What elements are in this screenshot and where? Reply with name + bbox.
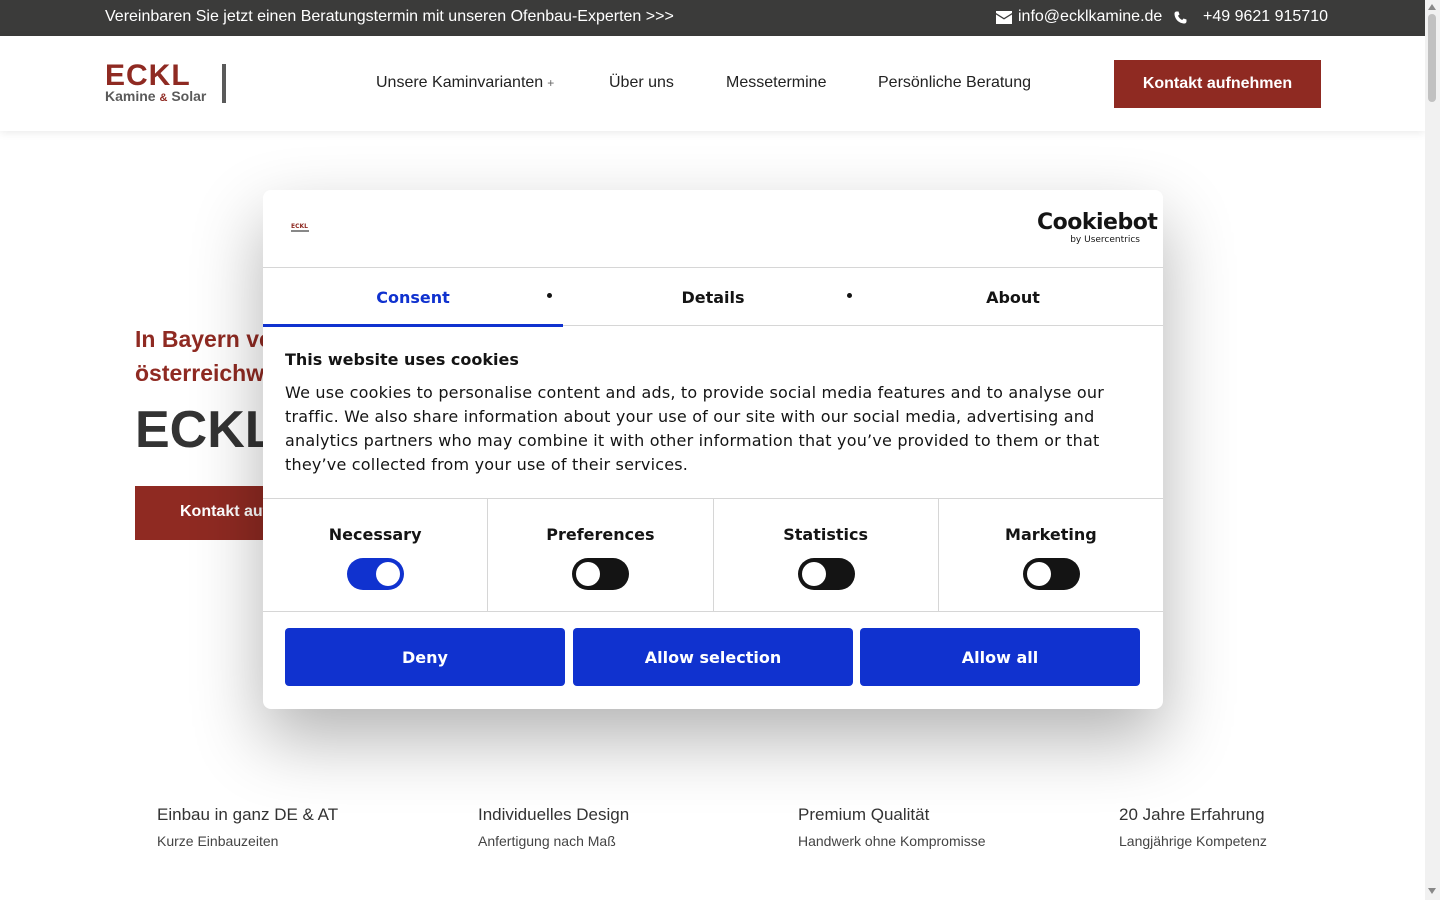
toggle-label: Statistics	[783, 525, 868, 544]
phone-link[interactable]: +49 9621 915710	[1174, 8, 1328, 26]
feature-title: 20 Jahre Erfahrung	[1119, 805, 1265, 824]
tab-separator	[847, 293, 852, 298]
consent-heading: This website uses cookies	[285, 350, 519, 369]
nav-ueber-uns[interactable]: Über uns	[609, 74, 674, 92]
dialog-tabs: Consent Details About	[263, 268, 1163, 327]
deny-button[interactable]: Deny	[285, 628, 565, 686]
logo-sub-text: Kamine & Solar	[105, 88, 207, 104]
feature-subtitle: Langjährige Kompetenz	[1119, 833, 1267, 849]
plus-icon: +	[547, 76, 555, 90]
switch-knob	[376, 562, 401, 586]
feature-title: Individuelles Design	[478, 805, 630, 824]
allow-all-button[interactable]: Allow all	[860, 628, 1140, 686]
feature-item: 20 Jahre Erfahrung Langjährige Kompetenz	[1119, 805, 1267, 849]
toggle-label: Necessary	[328, 525, 422, 544]
consent-body: This website uses cookies We use cookies…	[285, 350, 1105, 477]
feature-title: Premium Qualität	[798, 805, 930, 824]
feature-item: Premium Qualität Handwerk ohne Kompromis…	[798, 805, 986, 849]
logo-bar	[222, 64, 226, 103]
preferences-switch[interactable]	[572, 558, 630, 590]
phone-icon	[1174, 11, 1187, 23]
marketing-switch[interactable]	[1022, 558, 1080, 590]
email-link[interactable]: info@ecklkamine.de	[996, 8, 1162, 26]
switch-knob	[801, 562, 826, 586]
switch-knob	[1026, 562, 1051, 586]
toggle-necessary: Necessary	[263, 499, 489, 611]
logo-main-text: ECKL	[105, 59, 191, 92]
email-text: info@ecklkamine.de	[1018, 8, 1163, 25]
tab-about[interactable]: About	[863, 268, 1163, 326]
cookie-consent-dialog: ECKL Cookiebot by Usercentrics Consent D…	[263, 190, 1163, 709]
tab-details[interactable]: Details	[563, 268, 863, 326]
phone-text: +49 9621 915710	[1203, 8, 1329, 25]
contact-button[interactable]: Kontakt aufnehmen	[1114, 60, 1321, 108]
scroll-up-icon[interactable]	[1428, 4, 1436, 10]
envelope-icon	[996, 10, 1012, 24]
toggle-label: Marketing	[1005, 525, 1097, 544]
consent-toggles: Necessary Preferences Statistics Marketi…	[263, 498, 1163, 612]
switch-knob	[576, 562, 601, 586]
consent-text: We use cookies to personalise content an…	[285, 383, 1105, 474]
nav-persoenliche-beratung[interactable]: Persönliche Beratung	[878, 74, 1031, 92]
tab-consent[interactable]: Consent	[263, 268, 563, 327]
feature-subtitle: Handwerk ohne Kompromisse	[798, 833, 986, 849]
scroll-thumb[interactable]	[1428, 14, 1436, 102]
feature-item: Einbau in ganz DE & AT Kurze Einbauzeite…	[157, 805, 338, 849]
nav-messetermine[interactable]: Messetermine	[726, 74, 826, 92]
top-bar: Vereinbaren Sie jetzt einen Beratungster…	[0, 0, 1425, 36]
promo-link[interactable]: Vereinbaren Sie jetzt einen Beratungster…	[105, 8, 674, 26]
page-scrollbar[interactable]	[1425, 0, 1440, 900]
nav-kaminvarianten[interactable]: Unsere Kaminvarianten +	[376, 74, 554, 92]
toggle-marketing: Marketing	[939, 499, 1163, 611]
dialog-header: ECKL Cookiebot by Usercentrics	[263, 190, 1163, 268]
site-header: ECKL Kamine & Solar Unsere Kaminvariante…	[0, 36, 1425, 131]
feature-subtitle: Kurze Einbauzeiten	[157, 833, 279, 849]
feature-title: Einbau in ganz DE & AT	[157, 805, 339, 824]
scroll-down-icon[interactable]	[1428, 888, 1436, 894]
feature-item: Individuelles Design Anfertigung nach Ma…	[478, 805, 629, 849]
toggle-statistics: Statistics	[714, 499, 939, 611]
toggle-preferences: Preferences	[488, 499, 714, 611]
site-logo-small: ECKL	[291, 223, 309, 232]
eckl-logo[interactable]: ECKL Kamine & Solar	[105, 59, 227, 106]
toggle-label: Preferences	[546, 525, 655, 544]
cookiebot-logo[interactable]: Cookiebot by Usercentrics	[1037, 212, 1158, 245]
allow-selection-button[interactable]: Allow selection	[573, 628, 853, 686]
necessary-switch[interactable]	[347, 558, 405, 590]
statistics-switch[interactable]	[797, 558, 855, 590]
tab-separator	[547, 293, 552, 298]
hero-subtitle: In Bayern ve österreichw	[135, 326, 272, 386]
hero-title: ECKL	[135, 401, 277, 459]
feature-subtitle: Anfertigung nach Maß	[478, 833, 616, 849]
